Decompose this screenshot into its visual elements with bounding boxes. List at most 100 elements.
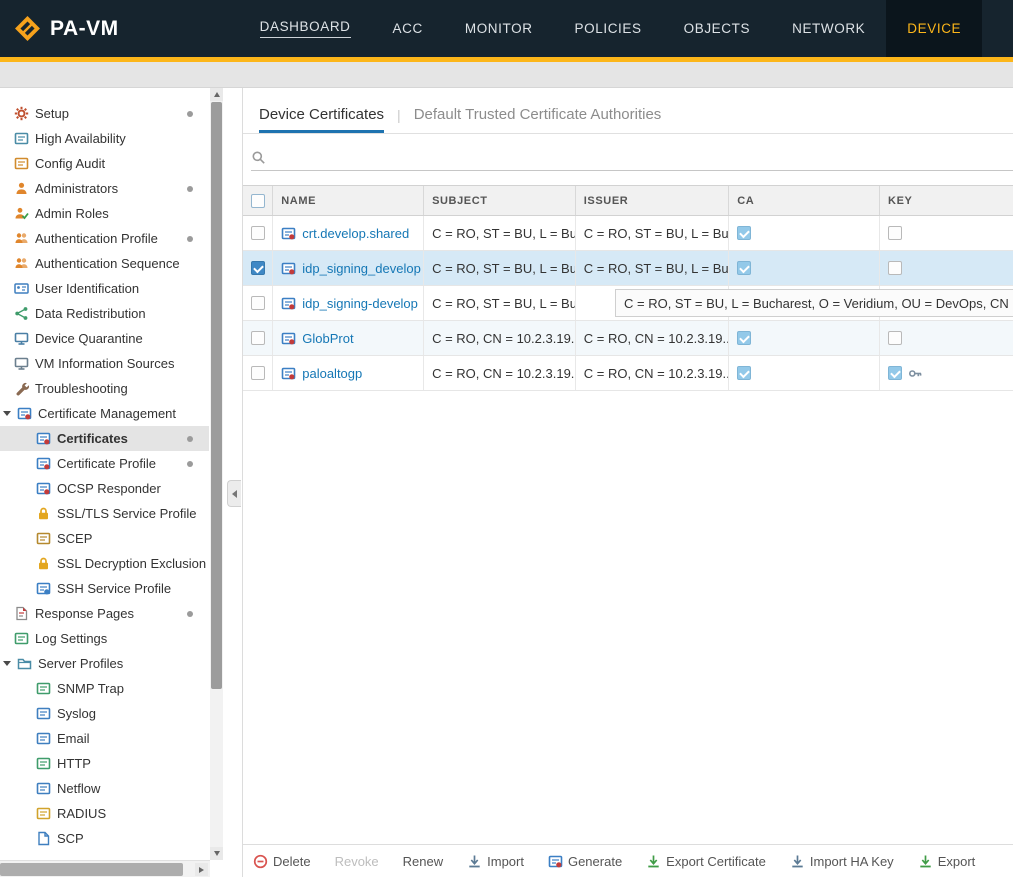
- table-row[interactable]: idp_signing_developC = RO, ST = BU, L = …: [243, 251, 1013, 286]
- select-all-checkbox[interactable]: [251, 194, 265, 208]
- card-icon: [14, 156, 29, 171]
- row-checkbox[interactable]: [251, 226, 265, 240]
- sidebar-item-troubleshooting[interactable]: Troubleshooting: [0, 376, 209, 401]
- nav-tab-acc[interactable]: ACC: [372, 0, 444, 57]
- column-header-issuer[interactable]: ISSUER: [575, 186, 728, 215]
- sidebar-item-label: Syslog: [57, 706, 96, 721]
- horizontal-scrollbar-thumb[interactable]: [0, 863, 183, 876]
- row-checkbox[interactable]: [251, 261, 265, 275]
- ca-checkbox[interactable]: [737, 261, 751, 275]
- ca-checkbox[interactable]: [737, 331, 751, 345]
- sidebar-item-ocsp-responder[interactable]: OCSP Responder: [0, 476, 209, 501]
- sidebar-item-authentication-profile[interactable]: Authentication Profile: [0, 226, 209, 251]
- row-checkbox[interactable]: [251, 366, 265, 380]
- row-checkbox[interactable]: [251, 296, 265, 310]
- ca-checkbox[interactable]: [737, 366, 751, 380]
- vertical-scrollbar-thumb[interactable]: [211, 102, 222, 689]
- pending-change-dot-icon: [187, 111, 193, 117]
- sidebar-item-vm-information-sources[interactable]: VM Information Sources: [0, 351, 209, 376]
- sidebar-item-certificate-profile[interactable]: Certificate Profile: [0, 451, 209, 476]
- import-button[interactable]: Import: [467, 854, 524, 869]
- nav-tab-device[interactable]: DEVICE: [886, 0, 982, 57]
- toolbar-button-label: Generate: [568, 854, 622, 869]
- table-row[interactable]: GlobProtC = RO, CN = 10.2.3.19...C = RO,…: [243, 321, 1013, 356]
- export-button[interactable]: Export: [918, 854, 976, 869]
- sidebar-item-server-profiles[interactable]: Server Profiles: [0, 651, 209, 676]
- nav-tab-objects[interactable]: OBJECTS: [663, 0, 771, 57]
- sidebar-item-data-redistribution[interactable]: Data Redistribution: [0, 301, 209, 326]
- key-checkbox[interactable]: [888, 366, 902, 380]
- certificate-link[interactable]: idp_signing_develop: [302, 261, 421, 276]
- table-cell-key: [879, 216, 1013, 250]
- revoke-button[interactable]: Revoke: [335, 854, 379, 869]
- caret-down-icon[interactable]: [3, 661, 11, 666]
- scroll-down-icon[interactable]: [210, 847, 223, 860]
- sidebar-vertical-scrollbar[interactable]: [210, 88, 223, 860]
- tab-device-certificates[interactable]: Device Certificates: [259, 106, 384, 133]
- certificate-link[interactable]: GlobProt: [302, 331, 353, 346]
- scroll-up-icon[interactable]: [210, 88, 223, 101]
- tray-arrow-icon: [467, 854, 482, 869]
- sidebar-item-device-quarantine[interactable]: Device Quarantine: [0, 326, 209, 351]
- generate-button[interactable]: Generate: [548, 854, 622, 869]
- sidebar-item-authentication-sequence[interactable]: Authentication Sequence: [0, 251, 209, 276]
- sidebar-collapse-handle[interactable]: [227, 480, 241, 507]
- table-row[interactable]: paloaltogpC = RO, CN = 10.2.3.19...C = R…: [243, 356, 1013, 391]
- sidebar-item-scep[interactable]: SCEP: [0, 526, 209, 551]
- key-checkbox[interactable]: [888, 261, 902, 275]
- row-checkbox[interactable]: [251, 331, 265, 345]
- sidebar-item-ssl-tls-service-profile[interactable]: SSL/TLS Service Profile: [0, 501, 209, 526]
- brand[interactable]: PA-VM: [0, 0, 119, 57]
- column-header-subject[interactable]: SUBJECT: [423, 186, 575, 215]
- scroll-right-icon[interactable]: [195, 863, 208, 876]
- table-row[interactable]: idp_signing-developC = RO, ST = BU, L = …: [243, 286, 1013, 321]
- sidebar-item-setup[interactable]: Setup: [0, 101, 209, 126]
- renew-button[interactable]: Renew: [403, 854, 443, 869]
- table-row[interactable]: crt.develop.sharedC = RO, ST = BU, L = B…: [243, 216, 1013, 251]
- sidebar-item-response-pages[interactable]: Response Pages: [0, 601, 209, 626]
- sidebar-item-label: Data Redistribution: [35, 306, 146, 321]
- certificate-link[interactable]: paloaltogp: [302, 366, 362, 381]
- sidebar-item-radius[interactable]: RADIUS: [0, 801, 209, 826]
- certificate-link[interactable]: idp_signing-develop: [302, 296, 418, 311]
- nav-tab-policies[interactable]: POLICIES: [554, 0, 663, 57]
- sidebar-item-certificate-management[interactable]: Certificate Management: [0, 401, 209, 426]
- sidebar-horizontal-scrollbar[interactable]: [0, 860, 210, 877]
- table-cell-name: idp_signing_develop: [272, 251, 423, 285]
- export-certificate-button[interactable]: Export Certificate: [646, 854, 766, 869]
- sidebar-item-user-identification[interactable]: User Identification: [0, 276, 209, 301]
- sidebar-item-email[interactable]: Email: [0, 726, 209, 751]
- sidebar-item-scp[interactable]: SCP: [0, 826, 209, 851]
- sidebar-item-netflow[interactable]: Netflow: [0, 776, 209, 801]
- sidebar-item-ssl-decryption-exclusion[interactable]: SSL Decryption Exclusion: [0, 551, 209, 576]
- sidebar-item-high-availability[interactable]: High Availability: [0, 126, 209, 151]
- delete-button[interactable]: Delete: [253, 854, 311, 869]
- import-ha-key-button[interactable]: Import HA Key: [790, 854, 894, 869]
- sidebar-item-ssh-service-profile[interactable]: SSH Service Profile: [0, 576, 209, 601]
- content-tab-bar: Device Certificates | Default Trusted Ce…: [243, 88, 1013, 134]
- certificate-link[interactable]: crt.develop.shared: [302, 226, 409, 241]
- key-checkbox[interactable]: [888, 331, 902, 345]
- nav-tab-network[interactable]: NETWORK: [771, 0, 886, 57]
- caret-down-icon[interactable]: [3, 411, 11, 416]
- column-header-name[interactable]: NAME: [272, 186, 423, 215]
- key-checkbox[interactable]: [888, 226, 902, 240]
- sidebar-item-config-audit[interactable]: Config Audit: [0, 151, 209, 176]
- sidebar-item-admin-roles[interactable]: Admin Roles: [0, 201, 209, 226]
- sidebar: SetupHigh AvailabilityConfig AuditAdmini…: [0, 88, 243, 877]
- sidebar-item-administrators[interactable]: Administrators: [0, 176, 209, 201]
- cert-icon: [548, 854, 563, 869]
- tab-default-trusted-certificate-authorities[interactable]: Default Trusted Certificate Authorities: [414, 106, 662, 133]
- nav-tab-dashboard[interactable]: DASHBOARD: [239, 0, 372, 57]
- sidebar-item-syslog[interactable]: Syslog: [0, 701, 209, 726]
- sidebar-item-snmp-trap[interactable]: SNMP Trap: [0, 676, 209, 701]
- sidebar-item-log-settings[interactable]: Log Settings: [0, 626, 209, 651]
- column-header-key[interactable]: KEY: [879, 186, 1013, 215]
- cert-icon: [281, 366, 296, 381]
- sidebar-item-http[interactable]: HTTP: [0, 751, 209, 776]
- nav-tab-monitor[interactable]: MONITOR: [444, 0, 554, 57]
- sidebar-item-certificates[interactable]: Certificates: [0, 426, 209, 451]
- search-input[interactable]: [271, 146, 1013, 168]
- column-header-ca[interactable]: CA: [728, 186, 879, 215]
- ca-checkbox[interactable]: [737, 226, 751, 240]
